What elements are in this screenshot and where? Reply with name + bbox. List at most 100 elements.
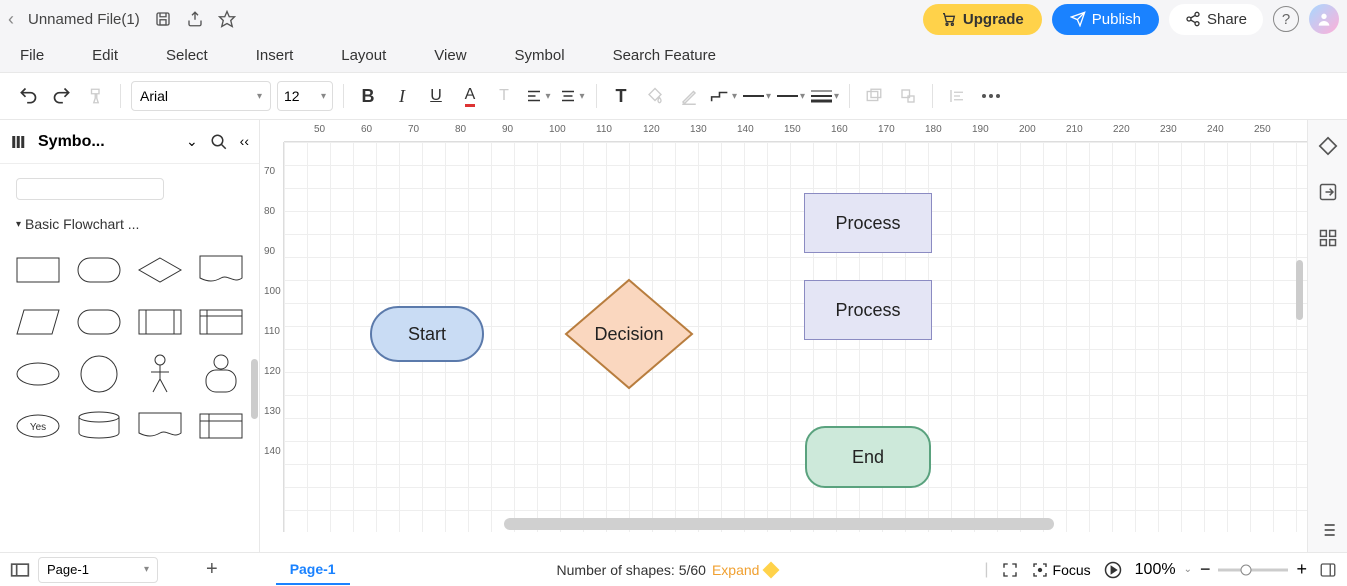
strikethrough-button[interactable]: T bbox=[490, 82, 518, 110]
share-icon bbox=[1185, 11, 1201, 27]
send-icon bbox=[1070, 11, 1086, 27]
focus-button[interactable]: Focus bbox=[1031, 561, 1091, 579]
palette-predefined[interactable] bbox=[132, 298, 189, 346]
publish-label: Publish bbox=[1092, 11, 1141, 28]
font-select[interactable]: Arial▾ bbox=[131, 81, 271, 111]
shape-decision[interactable]: Decision bbox=[564, 278, 694, 390]
palette-card[interactable] bbox=[132, 402, 189, 450]
canvas-scrollbar-horizontal[interactable] bbox=[504, 518, 1054, 530]
line-style-button[interactable]: ▾ bbox=[743, 82, 771, 110]
pages-icon[interactable] bbox=[10, 562, 30, 578]
shape-process-2[interactable]: Process bbox=[804, 280, 932, 340]
cart-icon bbox=[941, 11, 957, 27]
shape-end[interactable]: End bbox=[805, 426, 931, 488]
format-painter-button[interactable] bbox=[82, 82, 110, 110]
ungroup-button[interactable] bbox=[894, 82, 922, 110]
menu-file[interactable]: File bbox=[20, 47, 44, 64]
shape-process-1[interactable]: Process bbox=[804, 193, 932, 253]
expand-chevron-icon[interactable]: ⌄ bbox=[186, 133, 198, 151]
menu-edit[interactable]: Edit bbox=[92, 47, 118, 64]
palette-person[interactable] bbox=[132, 350, 189, 398]
underline-button[interactable]: U bbox=[422, 82, 450, 110]
italic-button[interactable]: I bbox=[388, 82, 416, 110]
page-select[interactable]: Page-1▾ bbox=[38, 557, 158, 583]
arrow-style-button[interactable]: ▾ bbox=[777, 82, 805, 110]
palette-ellipse[interactable] bbox=[10, 350, 67, 398]
help-button[interactable]: ? bbox=[1273, 6, 1299, 32]
zoom-in-button[interactable]: + bbox=[1296, 559, 1307, 580]
text-button[interactable]: T bbox=[607, 82, 635, 110]
shapes-count: Number of shapes: 5/60 bbox=[557, 562, 706, 578]
collapse-icon[interactable]: ‹‹ bbox=[240, 133, 249, 151]
align-h-button[interactable]: ▾ bbox=[524, 82, 552, 110]
palette-diamond[interactable] bbox=[132, 246, 189, 294]
palette-table[interactable] bbox=[192, 402, 249, 450]
connector-button[interactable]: ▾ bbox=[709, 82, 737, 110]
expand-link[interactable]: Expand bbox=[712, 562, 759, 578]
palette-rectangle[interactable] bbox=[10, 246, 67, 294]
zoom-out-button[interactable]: − bbox=[1200, 559, 1211, 580]
sidebar-title: Symbo... bbox=[38, 133, 176, 151]
menu-layout[interactable]: Layout bbox=[341, 47, 386, 64]
palette-yes[interactable]: Yes bbox=[10, 402, 67, 450]
user-avatar[interactable] bbox=[1309, 4, 1339, 34]
menu-view[interactable]: View bbox=[434, 47, 466, 64]
shape-start[interactable]: Start bbox=[370, 306, 484, 362]
undo-button[interactable] bbox=[14, 82, 42, 110]
align-button[interactable] bbox=[943, 82, 971, 110]
upgrade-button[interactable]: Upgrade bbox=[923, 4, 1042, 35]
palette-rounded-square[interactable] bbox=[192, 350, 249, 398]
menu-select[interactable]: Select bbox=[166, 47, 208, 64]
export-panel-button[interactable] bbox=[1316, 180, 1340, 204]
redo-button[interactable] bbox=[48, 82, 76, 110]
chevron-down-icon: ▾ bbox=[321, 91, 326, 102]
panel-toggle-icon[interactable] bbox=[1319, 561, 1337, 579]
grid-panel-button[interactable] bbox=[1316, 226, 1340, 250]
list-panel-button[interactable] bbox=[1316, 518, 1340, 542]
menu-search-feature[interactable]: Search Feature bbox=[613, 47, 716, 64]
palette-circle[interactable] bbox=[71, 350, 128, 398]
publish-button[interactable]: Publish bbox=[1052, 4, 1159, 35]
theme-button[interactable] bbox=[1316, 134, 1340, 158]
fullscreen-icon[interactable] bbox=[1001, 561, 1019, 579]
search-shapes-input[interactable] bbox=[16, 178, 164, 200]
sidebar-scrollbar[interactable] bbox=[251, 359, 258, 419]
zoom-dropdown[interactable]: ⌄ bbox=[1184, 564, 1192, 575]
ruler-vertical: 70 80 90 100 110 120 130 140 bbox=[260, 142, 284, 532]
category-header[interactable]: ▾ Basic Flowchart ... bbox=[4, 206, 255, 242]
ruler-horizontal: 50 60 70 80 90 100 110 120 130 140 150 1… bbox=[284, 120, 1307, 142]
canvas[interactable]: Start Decision Process Process End bbox=[284, 142, 1307, 532]
search-icon[interactable] bbox=[210, 133, 228, 151]
line-color-button[interactable] bbox=[675, 82, 703, 110]
canvas-scrollbar-vertical[interactable] bbox=[1296, 260, 1303, 320]
line-weight-button[interactable]: ▾ bbox=[811, 82, 839, 110]
svg-text:Yes: Yes bbox=[30, 422, 46, 433]
palette-internal-storage[interactable] bbox=[192, 298, 249, 346]
add-page-button[interactable]: + bbox=[206, 558, 218, 581]
palette-cylinder[interactable] bbox=[71, 402, 128, 450]
star-icon[interactable] bbox=[218, 10, 236, 28]
menu-symbol[interactable]: Symbol bbox=[515, 47, 565, 64]
palette-document[interactable] bbox=[192, 246, 249, 294]
export-icon[interactable] bbox=[186, 10, 204, 28]
align-v-button[interactable]: ▾ bbox=[558, 82, 586, 110]
save-icon[interactable] bbox=[154, 10, 172, 28]
file-title: Unnamed File(1) bbox=[28, 11, 140, 28]
palette-capsule[interactable] bbox=[71, 298, 128, 346]
palette-rounded-rect[interactable] bbox=[71, 246, 128, 294]
menu-insert[interactable]: Insert bbox=[256, 47, 294, 64]
page-tab[interactable]: Page-1 bbox=[276, 555, 350, 585]
bold-button[interactable]: B bbox=[354, 82, 382, 110]
back-button[interactable]: ‹ bbox=[8, 9, 14, 30]
zoom-slider[interactable] bbox=[1218, 564, 1288, 576]
palette-parallelogram[interactable] bbox=[10, 298, 67, 346]
group-button[interactable] bbox=[860, 82, 888, 110]
upgrade-label: Upgrade bbox=[963, 11, 1024, 28]
font-color-button[interactable]: A bbox=[456, 82, 484, 110]
more-button[interactable] bbox=[977, 82, 1005, 110]
fit-icon[interactable] bbox=[1103, 560, 1123, 580]
diamond-icon bbox=[763, 561, 780, 578]
font-size-select[interactable]: 12▾ bbox=[277, 81, 333, 111]
fill-button[interactable] bbox=[641, 82, 669, 110]
share-button[interactable]: Share bbox=[1169, 4, 1263, 35]
